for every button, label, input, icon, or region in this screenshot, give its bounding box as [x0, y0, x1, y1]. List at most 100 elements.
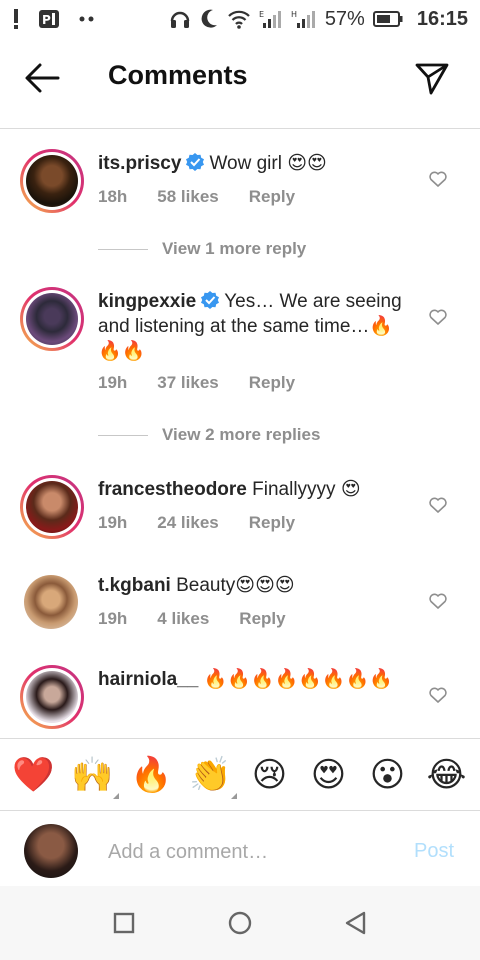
headphones-icon — [169, 7, 191, 31]
reaction-heart[interactable]: ❤️ — [10, 755, 58, 795]
comment-body: hairniola__ 🔥🔥🔥🔥🔥🔥🔥🔥 — [98, 667, 410, 692]
comment-time: 19h — [98, 513, 128, 532]
clock: 16:15 — [416, 7, 468, 30]
comment-username[interactable]: hairniola__ — [98, 669, 198, 690]
recents-button[interactable] — [111, 910, 137, 936]
reactions-divider — [0, 738, 480, 739]
like-button[interactable] — [428, 495, 448, 515]
back-arrow-icon — [25, 63, 60, 93]
comment-body: t.kgbani Beauty😍😍😍 — [98, 573, 410, 598]
comment-composer: Post — [0, 822, 480, 882]
like-button[interactable] — [428, 591, 448, 611]
app-notification-icon: P — [38, 7, 60, 31]
current-user-avatar — [24, 824, 78, 878]
reaction-raised-hands[interactable]: 🙌 — [69, 755, 119, 799]
comment-likes[interactable]: 37 likes — [157, 373, 218, 393]
comment-time: 19h — [98, 373, 128, 392]
comment-meta: 19h 37 likes Reply — [98, 373, 295, 393]
comment-body: francestheodore Finallyyyy 😍 — [98, 477, 410, 502]
composer-divider — [0, 810, 480, 811]
signal-1-icon: E — [259, 7, 283, 31]
comment-likes[interactable]: 4 likes — [157, 609, 209, 629]
avatar[interactable] — [20, 287, 84, 351]
battery-icon — [372, 7, 403, 31]
quick-reactions-bar: ❤️ 🙌 🔥 👏 😢 😍 😮 😂 — [0, 745, 480, 805]
moon-icon — [199, 7, 219, 31]
battery-percent: 57% — [324, 7, 365, 30]
comment-body: its.priscy Wow girl 😍😍 — [98, 151, 410, 176]
comments-list[interactable]: its.priscy Wow girl 😍😍 18h 58 likes Reply… — [0, 129, 480, 737]
reply-button[interactable]: Reply — [239, 609, 285, 629]
comment-likes[interactable]: 24 likes — [157, 513, 218, 533]
home-button[interactable] — [227, 910, 253, 936]
reaction-surprised[interactable]: 😮 — [364, 755, 412, 795]
reaction-heart-eyes[interactable]: 😍 — [305, 755, 353, 795]
status-bar: P E H 57% 16:15 — [0, 0, 480, 38]
alert-icon — [12, 7, 20, 31]
more-notifications-icon — [78, 7, 96, 31]
comment-time: 18h — [98, 187, 128, 206]
reply-button[interactable]: Reply — [249, 373, 295, 393]
avatar[interactable] — [20, 665, 84, 729]
comment-meta: 18h 58 likes Reply — [98, 187, 295, 207]
comment-username[interactable]: kingpexxie — [98, 291, 196, 312]
comment-username[interactable]: its.priscy — [98, 153, 181, 174]
send-icon — [415, 63, 449, 95]
skin-tone-indicator-icon — [230, 793, 237, 799]
post-button[interactable]: Post — [414, 840, 454, 863]
comment-meta: 19h 4 likes Reply — [98, 609, 286, 629]
like-button[interactable] — [428, 169, 448, 189]
svg-text:P: P — [42, 13, 51, 27]
header: Comments — [0, 46, 480, 110]
circle-icon — [228, 911, 252, 935]
comment-input[interactable] — [108, 838, 398, 866]
view-more-replies[interactable]: View 1 more reply — [98, 239, 306, 259]
svg-text:E: E — [259, 10, 264, 19]
wifi-icon — [227, 7, 251, 31]
heart-outline-icon — [429, 309, 447, 325]
view-more-label: View 2 more replies — [162, 425, 321, 444]
square-icon — [113, 912, 135, 934]
heart-outline-icon — [429, 687, 447, 703]
like-button[interactable] — [428, 685, 448, 705]
view-more-line — [98, 248, 148, 250]
triangle-back-icon — [345, 911, 366, 935]
comment-username[interactable]: francestheodore — [98, 479, 247, 500]
view-more-label: View 1 more reply — [162, 239, 307, 258]
comment-text: Wow girl 😍😍 — [209, 153, 327, 174]
comment-body: kingpexxie Yes… We are seeing and listeni… — [98, 289, 410, 364]
reaction-clapping[interactable]: 👏 — [187, 755, 237, 799]
reply-button[interactable]: Reply — [249, 513, 295, 533]
avatar[interactable] — [20, 475, 84, 539]
svg-text:H: H — [291, 10, 297, 19]
like-button[interactable] — [428, 307, 448, 327]
system-nav-bar — [0, 886, 480, 960]
signal-2-icon: H — [291, 7, 317, 31]
comment-text: 🔥🔥🔥🔥🔥🔥🔥🔥 — [203, 669, 393, 690]
back-button[interactable] — [24, 62, 60, 94]
view-more-line — [98, 434, 148, 436]
clapping-emoji: 👏 — [189, 756, 232, 794]
comment-time: 19h — [98, 609, 128, 628]
share-button[interactable] — [414, 60, 450, 96]
comment-meta: 19h 24 likes Reply — [98, 513, 295, 533]
reaction-laughing[interactable]: 😂 — [423, 755, 471, 795]
heart-outline-icon — [429, 593, 447, 609]
skin-tone-indicator-icon — [112, 793, 119, 799]
raised-hands-emoji: 🙌 — [71, 756, 114, 794]
verified-badge-icon — [201, 291, 220, 309]
page-title: Comments — [108, 60, 248, 90]
comment-likes[interactable]: 58 likes — [157, 187, 218, 207]
heart-outline-icon — [429, 171, 447, 187]
comment-text: Finallyyyy 😍 — [252, 479, 361, 500]
reply-button[interactable]: Reply — [249, 187, 295, 207]
reaction-crying[interactable]: 😢 — [246, 755, 294, 795]
avatar[interactable] — [24, 575, 78, 629]
comment-username[interactable]: t.kgbani — [98, 575, 171, 596]
heart-outline-icon — [429, 497, 447, 513]
view-more-replies[interactable]: View 2 more replies — [98, 425, 320, 445]
reaction-fire[interactable]: 🔥 — [128, 755, 176, 795]
comment-text: Beauty😍😍😍 — [176, 575, 295, 596]
avatar[interactable] — [20, 149, 84, 213]
system-back-button[interactable] — [343, 910, 369, 936]
